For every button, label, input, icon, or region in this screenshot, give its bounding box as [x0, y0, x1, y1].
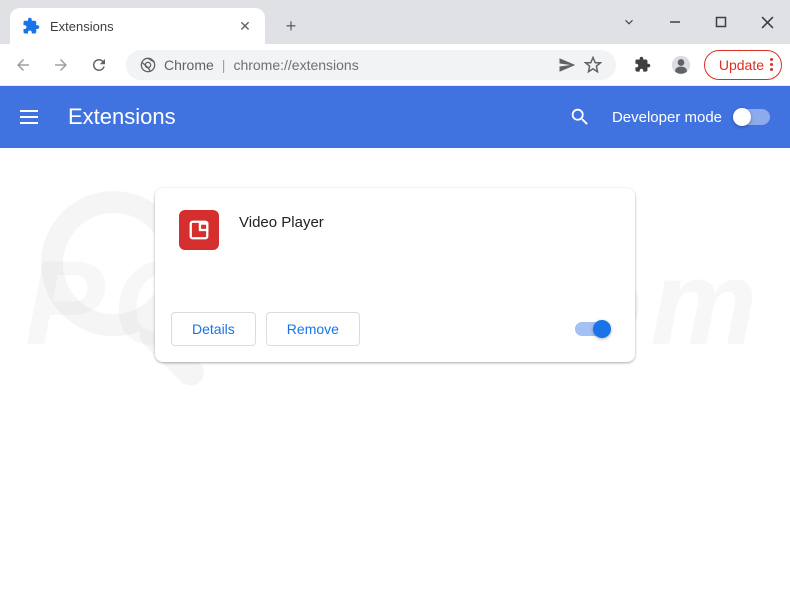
- extensions-header: Extensions Developer mode: [0, 86, 790, 148]
- address-host: Chrome: [164, 57, 214, 73]
- back-button[interactable]: [8, 50, 38, 80]
- content-area: Video Player Details Remove: [0, 148, 790, 402]
- close-window-button[interactable]: [744, 2, 790, 42]
- extension-card: Video Player Details Remove: [155, 188, 635, 362]
- menu-dots-icon: [770, 58, 773, 71]
- window-title-bar: Extensions ✕ +: [0, 0, 790, 44]
- card-body: Video Player: [155, 188, 635, 300]
- minimize-button[interactable]: [652, 2, 698, 42]
- reload-button[interactable]: [84, 50, 114, 80]
- star-icon[interactable]: [584, 56, 602, 74]
- developer-mode-label: Developer mode: [612, 109, 722, 126]
- update-button[interactable]: Update: [704, 50, 782, 80]
- address-bar[interactable]: Chrome | chrome://extensions: [126, 50, 616, 80]
- page-title: Extensions: [68, 104, 560, 130]
- extension-enable-toggle[interactable]: [575, 322, 609, 336]
- puzzle-icon: [22, 17, 40, 35]
- card-footer: Details Remove: [155, 300, 635, 362]
- details-button[interactable]: Details: [171, 312, 256, 346]
- send-icon[interactable]: [558, 56, 576, 74]
- remove-button[interactable]: Remove: [266, 312, 360, 346]
- developer-mode-toggle[interactable]: [734, 109, 770, 125]
- extensions-icon[interactable]: [628, 50, 658, 80]
- chevron-down-icon[interactable]: [606, 2, 652, 42]
- new-tab-button[interactable]: +: [277, 12, 305, 40]
- hamburger-menu-icon[interactable]: [20, 105, 44, 129]
- profile-icon[interactable]: [666, 50, 696, 80]
- search-icon[interactable]: [560, 97, 600, 137]
- forward-button[interactable]: [46, 50, 76, 80]
- chrome-icon: [140, 57, 156, 73]
- update-label: Update: [719, 57, 764, 73]
- extension-app-icon: [179, 210, 219, 250]
- browser-tab[interactable]: Extensions ✕: [10, 8, 265, 44]
- address-path: chrome://extensions: [233, 57, 358, 73]
- toggle-knob: [593, 320, 611, 338]
- browser-toolbar: Chrome | chrome://extensions Update: [0, 44, 790, 86]
- toggle-knob: [733, 108, 751, 126]
- window-controls: [606, 0, 790, 44]
- extension-name: Video Player: [239, 210, 324, 250]
- address-separator: |: [222, 57, 226, 73]
- close-tab-icon[interactable]: ✕: [237, 18, 253, 34]
- tab-title: Extensions: [50, 19, 227, 34]
- maximize-button[interactable]: [698, 2, 744, 42]
